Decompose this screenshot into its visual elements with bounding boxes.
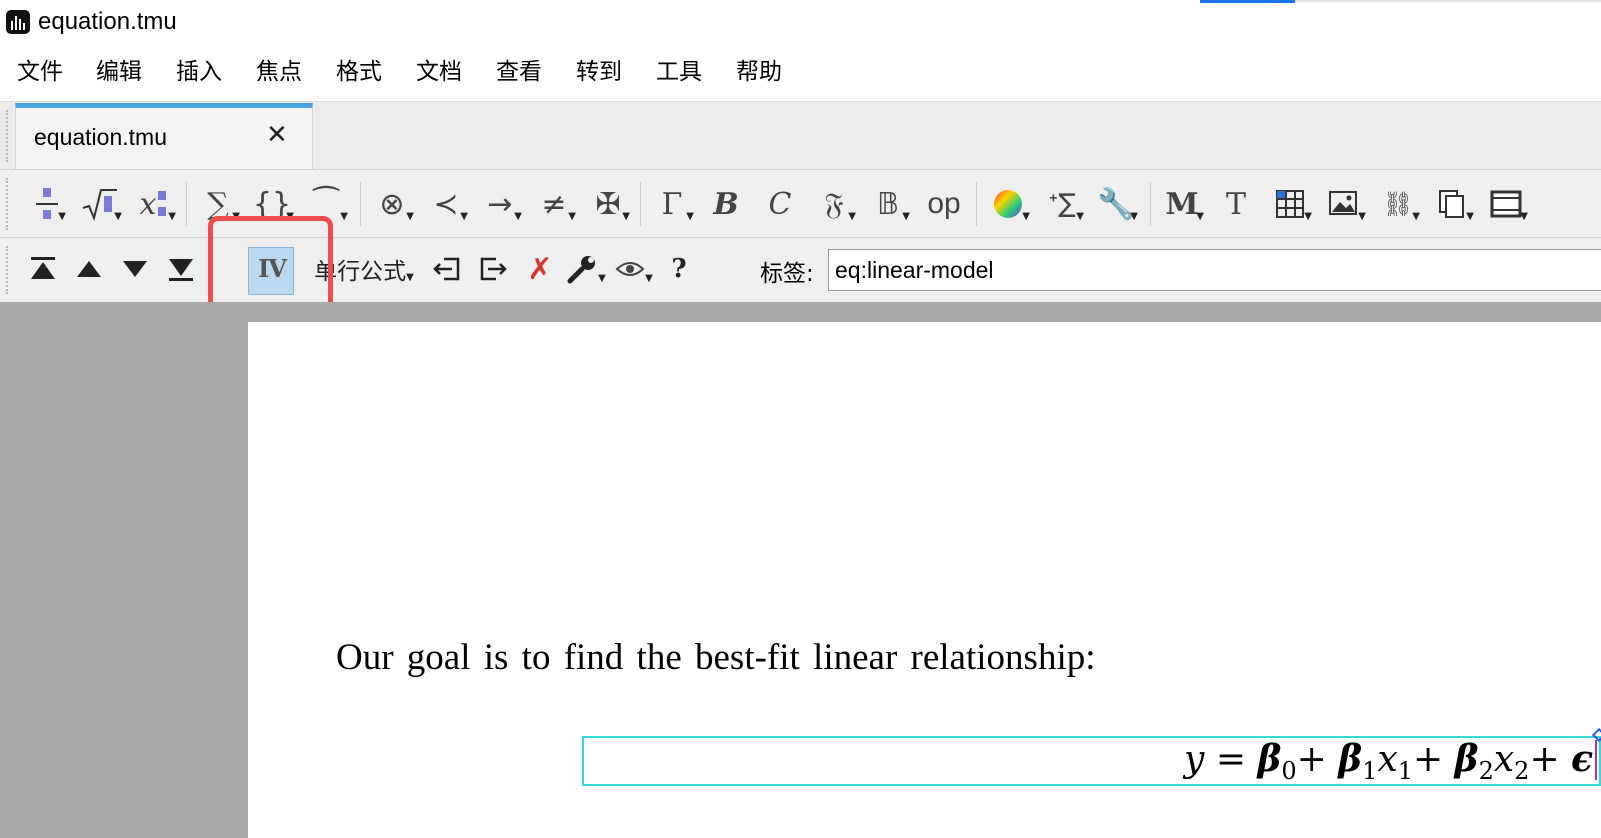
window-title: equation.tmu: [38, 8, 177, 35]
app-logo-icon: [6, 10, 30, 34]
prec-icon[interactable]: ≺ ▼: [426, 180, 468, 228]
tab-bar: equation.tmu ✕: [0, 101, 1601, 170]
toolbar-grip: [6, 178, 12, 230]
eq-beta1: β: [1338, 738, 1363, 780]
tabbar-grip: [6, 110, 12, 162]
operator-icon[interactable]: op: [922, 180, 966, 228]
eq-beta2: β: [1454, 738, 1479, 780]
label-caption: 标签:: [760, 261, 814, 287]
bold-icon[interactable]: B: [706, 180, 746, 228]
move-bottom-icon[interactable]: [164, 246, 198, 292]
insert-after-icon[interactable]: [474, 246, 512, 292]
tab-equation[interactable]: equation.tmu ✕: [15, 103, 313, 169]
tools-sum-icon[interactable]: 🔧 ▼: [1096, 180, 1138, 228]
eq-equals: =: [1215, 739, 1246, 780]
close-icon[interactable]: ✕: [266, 120, 288, 150]
eq-sub2a: 2: [1478, 757, 1494, 786]
arrow-icon[interactable]: → ▼: [480, 180, 522, 228]
copy-icon[interactable]: ▼: [1432, 180, 1474, 228]
titlebar-accent: [1200, 0, 1295, 3]
blackboard-icon[interactable]: 𝔹 ▼: [868, 180, 910, 228]
eq-plus2: +: [1413, 739, 1444, 780]
text-cursor: [1595, 740, 1597, 780]
separator: [360, 182, 361, 226]
eq-x2: x: [1493, 739, 1515, 780]
tab-label: equation.tmu: [34, 124, 167, 150]
menu-document[interactable]: 文档: [416, 52, 462, 86]
delete-icon[interactable]: ✗: [522, 246, 558, 292]
link-icon[interactable]: ⛓ ▼: [1378, 180, 1420, 228]
table-icon[interactable]: ▼: [1270, 180, 1312, 228]
film-icon[interactable]: ▼: [1486, 180, 1528, 228]
titlebar-divider: [1295, 0, 1601, 2]
paragraph-text: Our goal is to find the best-fit linear …: [336, 637, 1096, 678]
subscript-icon[interactable]: x ▼: [134, 180, 176, 228]
menu-goto[interactable]: 转到: [576, 52, 622, 86]
eq-plus3: +: [1529, 739, 1560, 780]
fraction-icon[interactable]: ▼: [30, 180, 66, 228]
color-wheel-icon[interactable]: ▼: [988, 180, 1030, 228]
equation-box[interactable]: y = β0+ β1x1+ β2x2+ ϵ: [582, 727, 1601, 786]
image-icon[interactable]: ▼: [1324, 180, 1366, 228]
menu-view[interactable]: 查看: [496, 52, 542, 86]
insert-before-icon[interactable]: [428, 246, 466, 292]
eq-beta0: β: [1257, 738, 1282, 780]
wrench-icon[interactable]: ▼: [566, 246, 606, 292]
eq-y: y: [1184, 739, 1205, 780]
separator: [1150, 182, 1151, 226]
calligraphic-icon[interactable]: C: [760, 180, 800, 228]
eq-sub1a: 1: [1362, 757, 1378, 786]
menu-format[interactable]: 格式: [336, 52, 382, 86]
menu-help[interactable]: 帮助: [736, 52, 782, 86]
menu-tools[interactable]: 工具: [656, 52, 702, 86]
eq-x1: x: [1377, 739, 1398, 780]
equation-content: y = β0+ β1x1+ β2x2+ ϵ: [1184, 738, 1593, 785]
menu-focus[interactable]: 焦点: [256, 52, 302, 86]
eq-plus1: +: [1296, 739, 1327, 780]
eye-icon[interactable]: ▼: [614, 246, 654, 292]
eq-sub2b: 2: [1514, 757, 1530, 786]
title-bar: equation.tmu: [0, 0, 1601, 44]
eq-epsilon: ϵ: [1571, 738, 1593, 780]
text-icon[interactable]: T: [1216, 180, 1256, 228]
otimes-icon[interactable]: ⊗ ▼: [372, 180, 414, 228]
separator: [186, 182, 187, 226]
move-top-icon[interactable]: [26, 246, 60, 292]
eq-sub1b: 1: [1397, 757, 1414, 786]
math-icon[interactable]: M ▼: [1162, 180, 1204, 228]
editor-area: Our goal is to find the best-fit linear …: [0, 302, 1601, 838]
help-icon[interactable]: ?: [664, 246, 694, 292]
greek-icon[interactable]: Γ ▼: [652, 180, 694, 228]
maltese-icon[interactable]: ✠ ▼: [588, 180, 630, 228]
menu-edit[interactable]: 编辑: [96, 52, 142, 86]
menu-bar: 文件 编辑 插入 焦点 格式 文档 查看 转到 工具 帮助: [0, 44, 1601, 102]
neq-icon[interactable]: ≠ ▼: [534, 180, 576, 228]
move-up-icon[interactable]: [72, 246, 106, 292]
sum-style-icon[interactable]: ᐩ∑ ▼: [1042, 180, 1084, 228]
eq-sub0: 0: [1281, 757, 1297, 786]
move-down-icon[interactable]: [118, 246, 152, 292]
separator: [976, 182, 977, 226]
menu-file[interactable]: 文件: [17, 52, 63, 86]
menu-insert[interactable]: 插入: [176, 52, 222, 86]
label-input[interactable]: [828, 249, 1601, 291]
separator: [640, 182, 641, 226]
toolbar-grip: [6, 246, 12, 294]
sqrt-icon[interactable]: ▼: [80, 180, 122, 228]
fraktur-icon[interactable]: 𝔉 ▼: [814, 180, 857, 228]
